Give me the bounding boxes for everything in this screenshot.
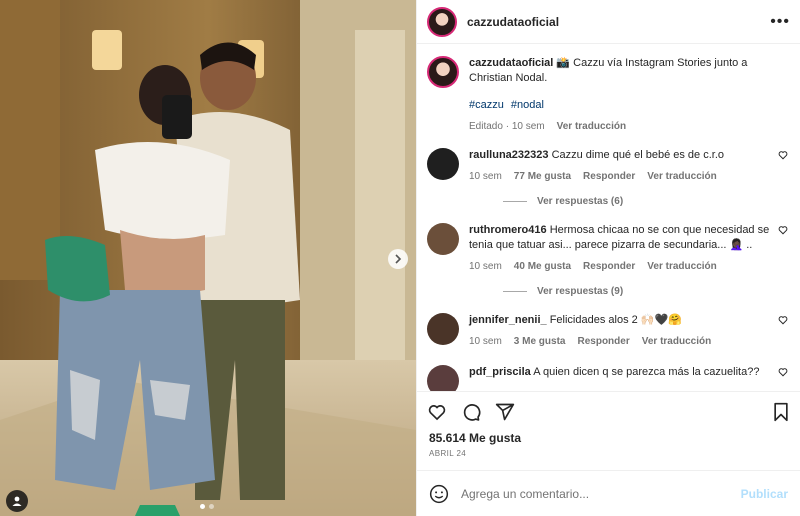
comment-item: ruthromero416 Hermosa chicaa no se con q… (427, 223, 788, 274)
author-username[interactable]: cazzudataoficial (467, 15, 770, 29)
heart-icon (778, 368, 788, 377)
comment-like-button[interactable] (774, 223, 788, 274)
translate-button[interactable]: Ver traducción (557, 119, 626, 134)
carousel-dot-active (200, 504, 205, 509)
comment-text: A quien dicen q se parezca más la cazuel… (533, 366, 760, 378)
caption-meta: Editado · 10 sem Ver traducción (469, 119, 627, 134)
comment-item: raulluna232323 Cazzu dime qué el bebé es… (427, 148, 788, 184)
commenter-avatar[interactable] (427, 148, 459, 180)
commenter-avatar[interactable] (427, 313, 459, 345)
view-replies-label: Ver respuestas (6) (537, 196, 624, 207)
reply-button[interactable]: Responder (583, 259, 635, 274)
reply-button[interactable]: Responder (583, 169, 635, 184)
heart-icon (778, 316, 788, 325)
bookmark-icon (774, 402, 788, 421)
caption-time: 10 sem (511, 121, 545, 132)
comment-likes[interactable]: 3 Me gusta (514, 334, 566, 349)
caption-avatar[interactable] (427, 56, 459, 88)
emoji-button[interactable] (429, 484, 449, 504)
chevron-right-icon (395, 254, 402, 264)
author-avatar[interactable] (427, 6, 457, 37)
comment-username[interactable]: raulluna232323 (469, 149, 549, 161)
tagged-users-button[interactable] (6, 490, 28, 512)
comment-likes[interactable]: 40 Me gusta (514, 259, 571, 274)
comment-meta: 10 sem 77 Me gusta Responder Ver traducc… (469, 169, 774, 184)
user-icon (12, 496, 22, 506)
comment-item: jennifer_nenii_ Felicidades alos 2 🙌🏻🖤🤗 … (427, 313, 788, 349)
carousel-dot (209, 504, 214, 509)
reply-button[interactable]: Responder (577, 334, 629, 349)
comment-composer: Publicar (417, 470, 800, 516)
hashtag-link[interactable]: #nodal (511, 99, 544, 111)
carousel-indicators (200, 504, 214, 509)
edited-label: Editado (469, 121, 503, 132)
divider (503, 291, 527, 292)
hashtag-link[interactable]: #cazzu (469, 99, 504, 111)
save-button[interactable] (772, 402, 790, 422)
commenter-avatar[interactable] (427, 365, 459, 391)
like-button[interactable] (427, 402, 447, 422)
heart-icon (428, 404, 446, 420)
comment-username[interactable]: pdf_priscila (469, 366, 531, 378)
comment-item: pdf_priscila A quien dicen q se parezca … (427, 365, 788, 391)
commenter-avatar[interactable] (427, 223, 459, 255)
action-bar (417, 391, 800, 431)
comment-text: Felicidades alos 2 🙌🏻🖤🤗 (549, 314, 682, 326)
comment-button[interactable] (461, 402, 481, 422)
comment-like-button[interactable] (774, 365, 788, 391)
translate-button[interactable]: Ver traducción (647, 169, 716, 184)
comment-time: 10 sem (469, 336, 502, 347)
comment-like-button[interactable] (774, 148, 788, 184)
post-comment-button[interactable]: Publicar (741, 487, 788, 501)
comment-username[interactable]: jennifer_nenii_ (469, 314, 547, 326)
comment-username[interactable]: ruthromero416 (469, 224, 547, 236)
emoji-icon (429, 484, 449, 503)
caption-username[interactable]: cazzudataoficial (469, 57, 553, 69)
heart-icon (778, 226, 788, 235)
more-horizontal-icon[interactable]: ••• (770, 13, 790, 30)
view-replies-button[interactable]: Ver respuestas (6) (503, 196, 788, 207)
post-media[interactable] (0, 0, 416, 516)
comment-meta: 10 sem 3 Me gusta Responder Ver traducci… (469, 334, 774, 349)
view-replies-button[interactable]: Ver respuestas (9) (503, 286, 788, 297)
translate-button[interactable]: Ver traducción (647, 259, 716, 274)
comment-input[interactable] (461, 486, 741, 501)
view-replies-label: Ver respuestas (9) (537, 286, 624, 297)
send-icon (495, 403, 515, 420)
comment-icon (463, 403, 481, 421)
share-button[interactable] (495, 402, 515, 422)
post-photo (0, 0, 416, 516)
comment-like-button[interactable] (774, 313, 788, 349)
comment-time: 10 sem (469, 171, 502, 182)
heart-icon (778, 151, 788, 160)
comment-meta: 10 sem 40 Me gusta Responder Ver traducc… (469, 259, 774, 274)
next-slide-button[interactable] (388, 249, 408, 269)
comments-list[interactable]: cazzudataoficial 📸 Cazzu vía Instagram S… (417, 44, 800, 391)
caption-hashtags: #cazzu #nodal (469, 98, 788, 113)
divider (503, 201, 527, 202)
likes-count[interactable]: 85.614 Me gusta (417, 431, 800, 445)
post-side-panel: cazzudataoficial ••• cazzudataoficial 📸 … (416, 0, 800, 516)
post-date: ABRIL 24 (429, 449, 467, 458)
post-header: cazzudataoficial ••• (417, 0, 800, 44)
comment-time: 10 sem (469, 261, 502, 272)
caption: cazzudataoficial 📸 Cazzu vía Instagram S… (427, 56, 788, 134)
comment-text: Cazzu dime qué el bebé es de c.r.o (551, 149, 725, 161)
translate-button[interactable]: Ver traducción (642, 334, 711, 349)
comment-likes[interactable]: 77 Me gusta (514, 169, 571, 184)
